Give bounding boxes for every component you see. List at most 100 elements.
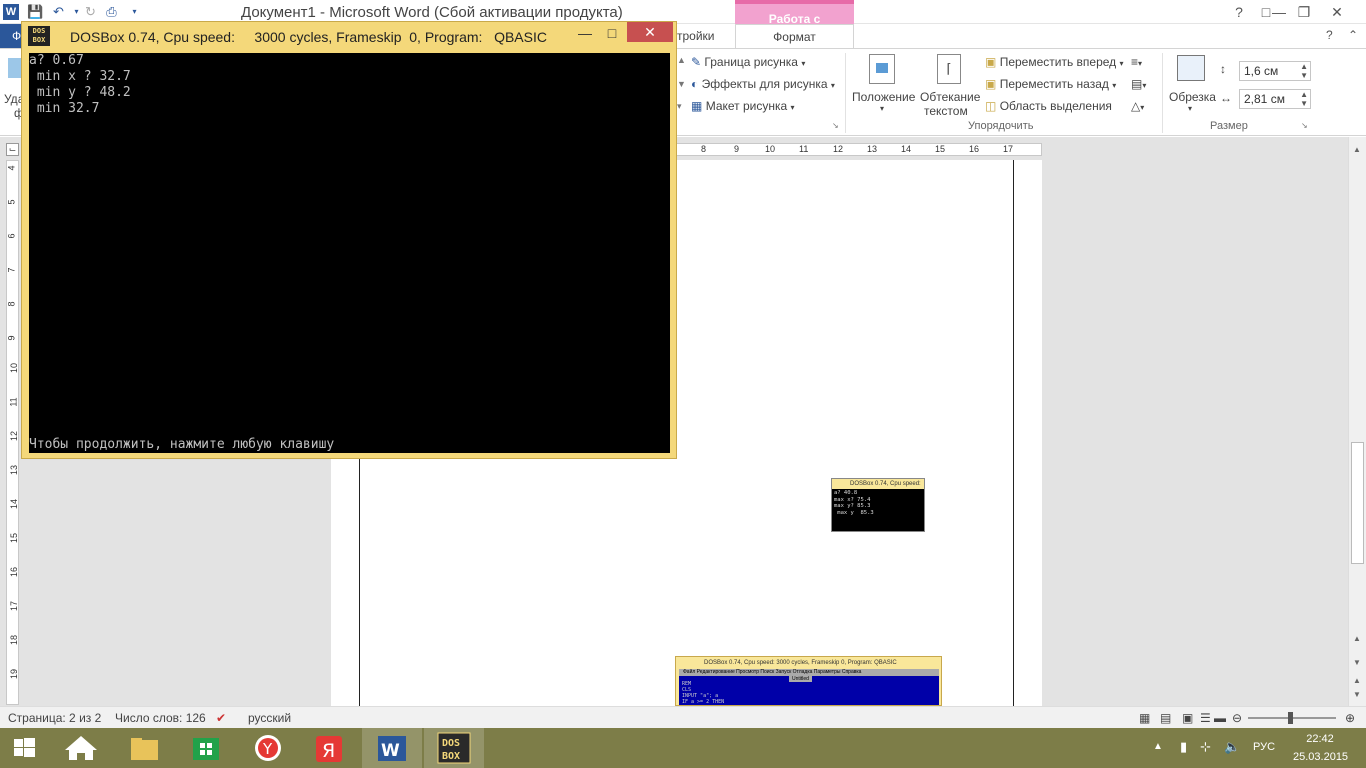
crop-icon[interactable]: [1177, 55, 1205, 81]
zoom-in-icon[interactable]: ⊕: [1345, 711, 1355, 725]
print-preview-icon[interactable]: ⎙: [103, 3, 120, 20]
ruler-tick: 14: [901, 144, 912, 154]
vertical-ruler[interactable]: 4 5 6 7 8 9 10 11 12 13 14 15 16 17 18 1…: [6, 160, 19, 705]
word-app-icon[interactable]: W: [3, 4, 19, 20]
taskbar-desktop-button[interactable]: [51, 728, 111, 768]
bring-forward-button[interactable]: ▣ Переместить вперед ▾: [985, 55, 1124, 69]
language-indicator[interactable]: русский: [248, 711, 291, 725]
store-icon: [193, 738, 219, 760]
read-mode-icon[interactable]: ▦: [1139, 711, 1150, 725]
ruler-tick: 17: [9, 600, 20, 612]
scroll-thumb[interactable]: [1351, 442, 1364, 564]
picture-effects-button[interactable]: ◐ Эффекты для рисунка ▾: [691, 77, 835, 91]
tab-file[interactable]: Ф: [0, 24, 22, 48]
start-button[interactable]: [0, 728, 50, 768]
taskbar-dosbox-button[interactable]: DOS BOX: [424, 728, 484, 768]
wrap-text-icon[interactable]: ⌈: [937, 54, 961, 84]
horizontal-ruler[interactable]: 8 9 10 11 12 13 14 15 16 17: [676, 143, 1042, 156]
dosbox-screen[interactable]: a? 0.67 min x ? 32.7 min y ? 48.2 min 32…: [29, 53, 670, 453]
embedded-dosbox-image[interactable]: DOSBox 0.74, Cpu speed: a? 40.8 max x? 7…: [831, 478, 925, 532]
web-layout-icon[interactable]: ▣: [1182, 711, 1193, 725]
redo-icon[interactable]: ↻: [82, 3, 99, 20]
rotate-icon[interactable]: △▾: [1131, 99, 1144, 113]
styles-more-icon[interactable]: ▾: [677, 101, 682, 112]
ruler-tick: 16: [9, 566, 20, 578]
size-launcher-icon[interactable]: ↘: [1301, 121, 1308, 130]
volume-icon[interactable]: 🔈: [1224, 739, 1240, 755]
taskbar-store-button[interactable]: [176, 728, 236, 768]
home-icon: [65, 736, 97, 760]
styles-scroll-down-icon[interactable]: ▼: [677, 79, 686, 89]
group-icon[interactable]: ▤▾: [1131, 77, 1146, 91]
show-hidden-icons-icon[interactable]: ▲: [1153, 741, 1163, 752]
picture-styles-launcher-icon[interactable]: ↘: [832, 121, 839, 130]
next-page-icon[interactable]: ▼: [1353, 690, 1361, 699]
embedded-qbasic-image[interactable]: DOSBox 0.74, Cpu speed: 3000 cycles, Fra…: [675, 656, 942, 706]
ruler-tick: 12: [833, 144, 844, 154]
ruler-tick: 15: [9, 532, 20, 544]
picture-border-icon: ✎: [691, 55, 702, 69]
selection-pane-button[interactable]: ◫ Область выделения: [985, 99, 1112, 113]
collapse-ribbon-icon[interactable]: ⌃: [1348, 28, 1358, 42]
taskbar-yandex-button[interactable]: Я: [300, 728, 360, 768]
print-layout-icon[interactable]: ▤: [1160, 711, 1171, 725]
maximize-icon[interactable]: ❐: [1293, 2, 1315, 22]
input-language-indicator[interactable]: РУС: [1253, 741, 1275, 753]
position-icon[interactable]: [869, 54, 895, 84]
svg-text:W: W: [381, 741, 400, 761]
picture-layout-button[interactable]: ▦ Макет рисунка ▾: [691, 99, 795, 113]
minimize-icon[interactable]: —: [571, 23, 599, 43]
taskbar-explorer-button[interactable]: [114, 728, 174, 768]
window-title: Документ1 - Microsoft Word (Сбой активац…: [241, 4, 623, 21]
taskbar-word-button[interactable]: W: [362, 728, 422, 768]
tab-format[interactable]: Формат: [735, 24, 854, 49]
help-icon[interactable]: ?: [1228, 2, 1250, 22]
proofing-icon[interactable]: ✔: [216, 711, 226, 725]
taskbar-yandex-browser-button[interactable]: Y: [238, 728, 298, 768]
zoom-slider-thumb[interactable]: [1288, 712, 1293, 724]
chevron-down-icon: ▾: [1112, 81, 1117, 90]
page-count[interactable]: Страница: 2 из 2: [8, 711, 101, 725]
maximize-icon[interactable]: □: [598, 23, 626, 43]
selection-pane-icon: ◫: [985, 99, 997, 113]
question-icon[interactable]: ?: [1326, 28, 1333, 42]
picture-border-button[interactable]: ✎ Граница рисунка ▾: [691, 55, 805, 69]
scroll-down-icon[interactable]: ▼: [1353, 658, 1361, 667]
draft-icon[interactable]: ▬: [1214, 711, 1226, 725]
width-input[interactable]: 2,81 см ▲ ▼: [1239, 89, 1311, 109]
tab-page-setup[interactable]: тройки: [677, 29, 715, 43]
ruler-tick: 9: [734, 144, 740, 154]
close-icon[interactable]: ✕: [1326, 2, 1348, 22]
outline-icon[interactable]: ☰: [1200, 711, 1211, 725]
height-input[interactable]: 1,6 см ▲ ▼: [1239, 61, 1311, 81]
wrap-text-label-2[interactable]: текстом: [924, 104, 968, 118]
send-backward-button[interactable]: ▣ Переместить назад ▾: [985, 77, 1116, 91]
dosbox-window[interactable]: DOS BOX DOSBox 0.74, Cpu speed: 3000 cycl…: [21, 21, 677, 459]
undo-icon[interactable]: ↶: [50, 3, 67, 20]
clock-date[interactable]: 25.03.2015: [1293, 751, 1348, 763]
tab-selector-icon[interactable]: ⌙: [6, 143, 19, 156]
scroll-up-icon[interactable]: ▲: [1353, 145, 1361, 154]
minimize-icon[interactable]: —: [1268, 2, 1290, 22]
word-count[interactable]: Число слов: 126: [115, 711, 206, 725]
scroll-up-icon[interactable]: ▲: [1353, 634, 1361, 643]
chevron-down-icon: ▾: [880, 104, 885, 113]
save-icon[interactable]: 💾: [27, 3, 44, 20]
network-icon[interactable]: ⊹: [1200, 739, 1211, 755]
spin-arrows-icon[interactable]: ▲ ▼: [1300, 90, 1308, 108]
align-icon[interactable]: ≡▾: [1131, 55, 1142, 69]
vertical-scrollbar[interactable]: ▲ ▲ ▼ ▲ ▼: [1348, 137, 1366, 706]
spin-arrows-icon[interactable]: ▲ ▼: [1300, 62, 1308, 80]
battery-icon[interactable]: ▮: [1180, 739, 1187, 755]
zoom-out-icon[interactable]: ⊖: [1232, 711, 1242, 725]
crop-label[interactable]: Обрезка: [1169, 90, 1216, 104]
customize-quick-access-icon[interactable]: ▾: [126, 3, 143, 20]
styles-scroll-up-icon[interactable]: ▲: [677, 55, 686, 65]
ruler-tick: 16: [969, 144, 980, 154]
wrap-text-label-1[interactable]: Обтекание: [920, 90, 980, 104]
clock-time[interactable]: 22:42: [1295, 733, 1345, 745]
picture-layout-label: Макет рисунка: [705, 99, 788, 113]
close-button[interactable]: ✕: [627, 22, 673, 42]
position-label[interactable]: Положение: [852, 90, 915, 104]
previous-page-icon[interactable]: ▲: [1353, 676, 1361, 685]
